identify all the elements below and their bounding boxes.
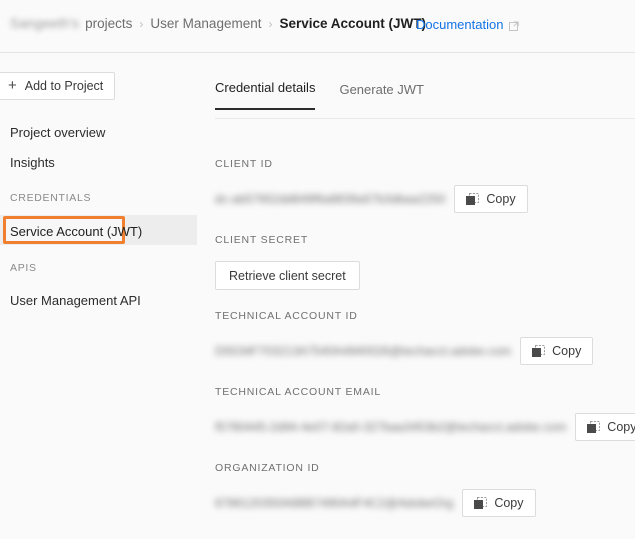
copy-button-label: Copy	[607, 420, 635, 434]
copy-button[interactable]: Copy	[575, 413, 635, 441]
field-label: CLIENT ID	[215, 158, 273, 170]
copy-button[interactable]: Copy	[462, 489, 536, 517]
copy-button[interactable]: Copy	[454, 185, 528, 213]
copy-button[interactable]: Copy	[520, 337, 594, 365]
sidebar-section-apis: APIS	[10, 262, 37, 274]
field-label: TECHNICAL ACCOUNT ID	[215, 310, 358, 322]
field-organization-id: ORGANIZATION ID 6786120350A6BB7490A4F4C2…	[215, 462, 635, 517]
field-value-row: D5534F703213A7540A4940026@techacct.adobe…	[215, 337, 635, 365]
field-technical-account-id: TECHNICAL ACCOUNT ID D5534F703213A7540A4…	[215, 310, 635, 365]
field-label: CLIENT SECRET	[215, 234, 309, 246]
copy-icon	[474, 496, 488, 510]
copy-icon	[466, 192, 480, 206]
documentation-link[interactable]: Documentation	[416, 17, 503, 32]
field-value-row: 6786120350A6BB7490A4F4C2@AdobeOrg Copy	[215, 489, 635, 517]
copy-button-label: Copy	[494, 496, 524, 510]
field-label: ORGANIZATION ID	[215, 462, 320, 474]
copy-icon	[587, 420, 601, 434]
external-link-icon	[509, 19, 520, 31]
retrieve-client-secret-label: Retrieve client secret	[229, 268, 346, 283]
tab-bar-divider	[215, 118, 635, 119]
copy-button-label: Copy	[552, 344, 582, 358]
breadcrumb-item-projects[interactable]: projects	[85, 16, 132, 31]
top-header-bar: Sangeeth's projects › User Management › …	[0, 0, 635, 53]
breadcrumb-separator-icon: ›	[139, 16, 144, 31]
breadcrumb-separator-icon: ›	[268, 16, 273, 31]
field-value-redacted: D5534F703213A7540A4940026@techacct.adobe…	[215, 344, 512, 358]
field-value-row: f5780445-2d94-4e07-82a0-327baa3453b2@tec…	[215, 413, 635, 441]
field-value-redacted: dc-ab57652dd849f6a8839a57b3dbaa2250	[215, 192, 446, 206]
tab-credential-details[interactable]: Credential details	[215, 80, 316, 110]
tab-generate-jwt[interactable]: Generate JWT	[339, 82, 424, 110]
sidebar-item-insights[interactable]: Insights	[10, 155, 55, 170]
copy-button-label: Copy	[486, 192, 516, 206]
field-value-row: dc-ab57652dd849f6a8839a57b3dbaa2250 Copy	[215, 185, 635, 213]
sidebar-item-user-management-api[interactable]: User Management API	[10, 293, 141, 308]
field-client-secret: CLIENT SECRET Retrieve client secret	[215, 234, 635, 290]
field-value-redacted: f5780445-2d94-4e07-82a0-327baa3453b2@tec…	[215, 420, 567, 434]
retrieve-client-secret-button[interactable]: Retrieve client secret	[215, 261, 360, 290]
sidebar-section-credentials: CREDENTIALS	[10, 192, 92, 204]
copy-icon	[532, 344, 546, 358]
sidebar-item-service-account-jwt[interactable]: Service Account (JWT)	[10, 224, 142, 239]
breadcrumb-item-current: Service Account (JWT)	[279, 16, 427, 31]
field-technical-account-email: TECHNICAL ACCOUNT EMAIL f5780445-2d94-4e…	[215, 386, 635, 441]
breadcrumb: Sangeeth's projects › User Management › …	[10, 16, 426, 31]
field-label: TECHNICAL ACCOUNT EMAIL	[215, 386, 382, 398]
field-client-id: CLIENT ID dc-ab57652dd849f6a8839a57b3dba…	[215, 158, 635, 213]
documentation-link-group[interactable]: Documentation	[416, 17, 520, 32]
main-content: Credential details Generate JWT CLIENT I…	[197, 54, 635, 539]
sidebar-item-project-overview[interactable]: Project overview	[10, 125, 105, 140]
field-value-row: Retrieve client secret	[215, 261, 635, 290]
breadcrumb-item-user-management[interactable]: User Management	[150, 16, 261, 31]
left-sidebar: + Add to Project Project overview Insigh…	[0, 54, 197, 539]
tab-bar: Credential details Generate JWT	[215, 80, 424, 110]
add-to-project-label: Add to Project	[24, 79, 104, 93]
field-value-redacted: 6786120350A6BB7490A4F4C2@AdobeOrg	[215, 496, 454, 510]
add-to-project-button[interactable]: + Add to Project	[0, 72, 116, 100]
breadcrumb-item-org[interactable]: Sangeeth's	[10, 16, 79, 31]
plus-icon: +	[8, 77, 17, 94]
